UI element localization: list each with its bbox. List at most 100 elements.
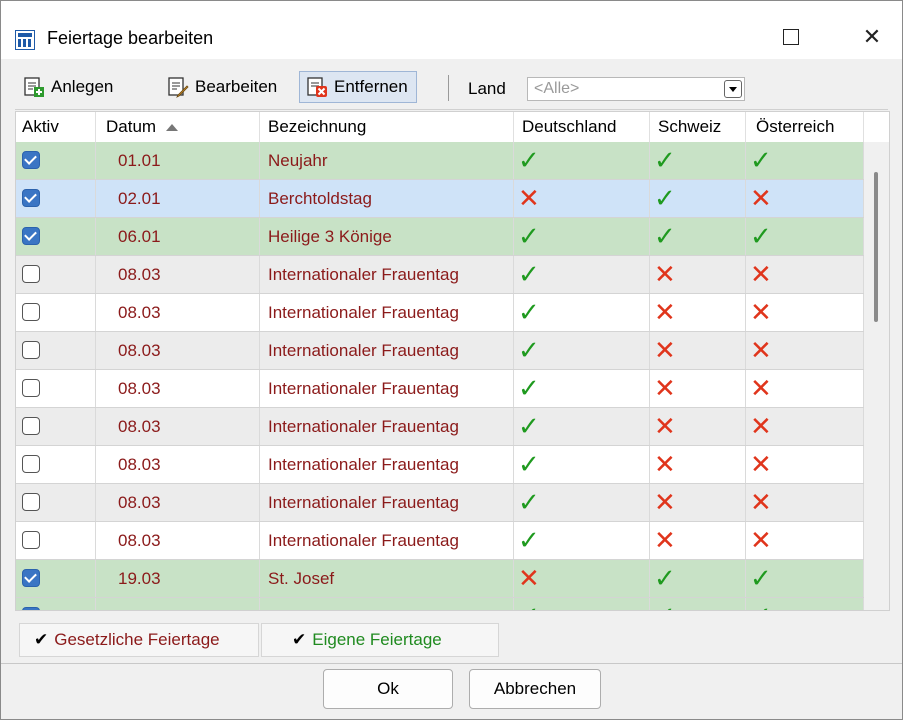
maximize-icon [783,29,799,45]
column-header-label: Aktiv [22,117,59,136]
cell-aktiv [16,560,96,597]
cell-aktiv [16,256,96,293]
add-button[interactable]: Anlegen [23,71,113,103]
cell-ch: ✕ [650,408,746,445]
table-row[interactable]: 08.03 Internationaler Frauentag ✓ ✕ ✕ [16,522,864,560]
cell-datum: 19.03 [96,560,260,597]
cross-icon: ✕ [750,411,772,441]
table-row[interactable]: 08.03 Internationaler Frauentag ✓ ✕ ✕ [16,256,864,294]
own-holidays-toggle[interactable]: ✔ Eigene Feiertage [261,623,499,657]
cell-ch: ✕ [650,294,746,331]
active-checkbox[interactable] [22,265,40,283]
table-row[interactable]: 08.03 Internationaler Frauentag ✓ ✕ ✕ [16,332,864,370]
column-header-label: Bezeichnung [268,117,367,136]
cell-aktiv [16,218,96,255]
cell-datum: 08.03 [96,370,260,407]
edit-button[interactable]: Bearbeiten [167,71,277,103]
active-checkbox[interactable] [22,569,40,587]
active-checkbox[interactable] [22,417,40,435]
cell-bezeichnung: Internationaler Frauentag [260,484,514,521]
active-checkbox[interactable] [22,379,40,397]
toolbar: Anlegen Bearbeiten Entfernen Land <Alle> [15,65,888,110]
cell-datum: 08.03 [96,484,260,521]
column-header-oesterreich[interactable]: Österreich [746,112,864,142]
cell-bezeichnung: Karfreitag [260,598,514,610]
maximize-button[interactable] [761,15,821,59]
cross-icon: ✕ [518,563,540,593]
cancel-button[interactable]: Abbrechen [469,669,601,709]
cell-ch: ✓ [650,180,746,217]
cross-icon: ✕ [750,525,772,555]
column-header-label: Schweiz [658,117,722,136]
land-select[interactable]: <Alle> [527,77,745,101]
cell-de: ✓ [514,522,650,559]
table-row[interactable]: 08.03 Internationaler Frauentag ✓ ✕ ✕ [16,446,864,484]
scrollbar-thumb[interactable] [874,172,878,322]
active-checkbox[interactable] [22,455,40,473]
active-checkbox[interactable] [22,493,40,511]
column-header-schweiz[interactable]: Schweiz [650,112,746,142]
vertical-scrollbar[interactable] [864,142,889,610]
cross-icon: ✕ [750,373,772,403]
cell-ch: ✓ [650,142,746,179]
cross-icon: ✕ [750,297,772,327]
cell-ch: ✓ [650,218,746,255]
cross-icon: ✕ [654,525,676,555]
cell-datum: 01.01 [96,142,260,179]
land-label: Land [468,79,506,98]
sort-ascending-icon [166,124,179,132]
check-icon: ✓ [518,525,540,555]
cross-icon: ✕ [654,411,676,441]
cell-datum: 15.04 [96,598,260,610]
close-button[interactable]: ✕ [842,15,902,59]
cell-ch: ✕ [650,370,746,407]
cell-aktiv [16,294,96,331]
cross-icon: ✕ [750,183,772,213]
active-checkbox[interactable] [22,189,40,207]
table-row[interactable]: 15.04Karfreitag ✓ ✓ ✓ [16,598,864,610]
column-header-label: Deutschland [522,117,617,136]
active-checkbox[interactable] [22,341,40,359]
statutory-holidays-label: Gesetzliche Feiertage [54,630,220,649]
delete-button[interactable]: Entfernen [299,71,417,103]
active-checkbox[interactable] [22,531,40,549]
check-icon: ✓ [518,145,540,175]
cell-at: ✕ [746,446,864,483]
cross-icon: ✕ [654,297,676,327]
chevron-down-icon[interactable] [724,80,742,98]
check-icon: ✓ [750,145,772,175]
table-row[interactable]: 08.03 Internationaler Frauentag ✓ ✕ ✕ [16,294,864,332]
active-checkbox[interactable] [22,607,40,610]
table-row[interactable]: 01.01 Neujahr ✓ ✓ ✓ [16,142,864,180]
active-checkbox[interactable] [22,151,40,169]
cross-icon: ✕ [750,259,772,289]
cell-at: ✕ [746,484,864,521]
table-row[interactable]: 08.03 Internationaler Frauentag ✓ ✕ ✕ [16,408,864,446]
active-checkbox[interactable] [22,227,40,245]
table-row[interactable]: 08.03 Internationaler Frauentag ✓ ✕ ✕ [16,484,864,522]
column-header-datum[interactable]: Datum [96,112,260,142]
table-row[interactable]: 06.01 Heilige 3 Könige ✓ ✓ ✓ [16,218,864,256]
table-row[interactable]: 08.03 Internationaler Frauentag ✓ ✕ ✕ [16,370,864,408]
cell-bezeichnung: Internationaler Frauentag [260,446,514,483]
statutory-holidays-toggle[interactable]: ✔ Gesetzliche Feiertage [19,623,259,657]
ok-button[interactable]: Ok [323,669,453,709]
column-header-aktiv[interactable]: Aktiv [16,112,96,142]
table-row[interactable]: 02.01 Berchtoldstag ✕ ✓ ✕ [16,180,864,218]
cell-de: ✓ [514,142,650,179]
cell-de: ✓ [514,408,650,445]
cell-de: ✓ [514,218,650,255]
cell-ch: ✕ [650,332,746,369]
cell-bezeichnung: Internationaler Frauentag [260,370,514,407]
column-header-deutschland[interactable]: Deutschland [514,112,650,142]
table-body: 01.01 Neujahr ✓ ✓ ✓ 02.01 Berchtoldstag ✕ ✓ ✕ 06.0… [16,142,864,610]
cell-aktiv [16,522,96,559]
title-bar: Feiertage bearbeiten ✕ [1,1,902,59]
cell-ch: ✕ [650,484,746,521]
column-header-bezeichnung[interactable]: Bezeichnung [260,112,514,142]
table-row[interactable]: 19.03 St. Josef ✕ ✓ ✓ [16,560,864,598]
column-header-label: Datum [106,117,157,136]
cell-ch: ✕ [650,446,746,483]
active-checkbox[interactable] [22,303,40,321]
cell-at: ✕ [746,408,864,445]
